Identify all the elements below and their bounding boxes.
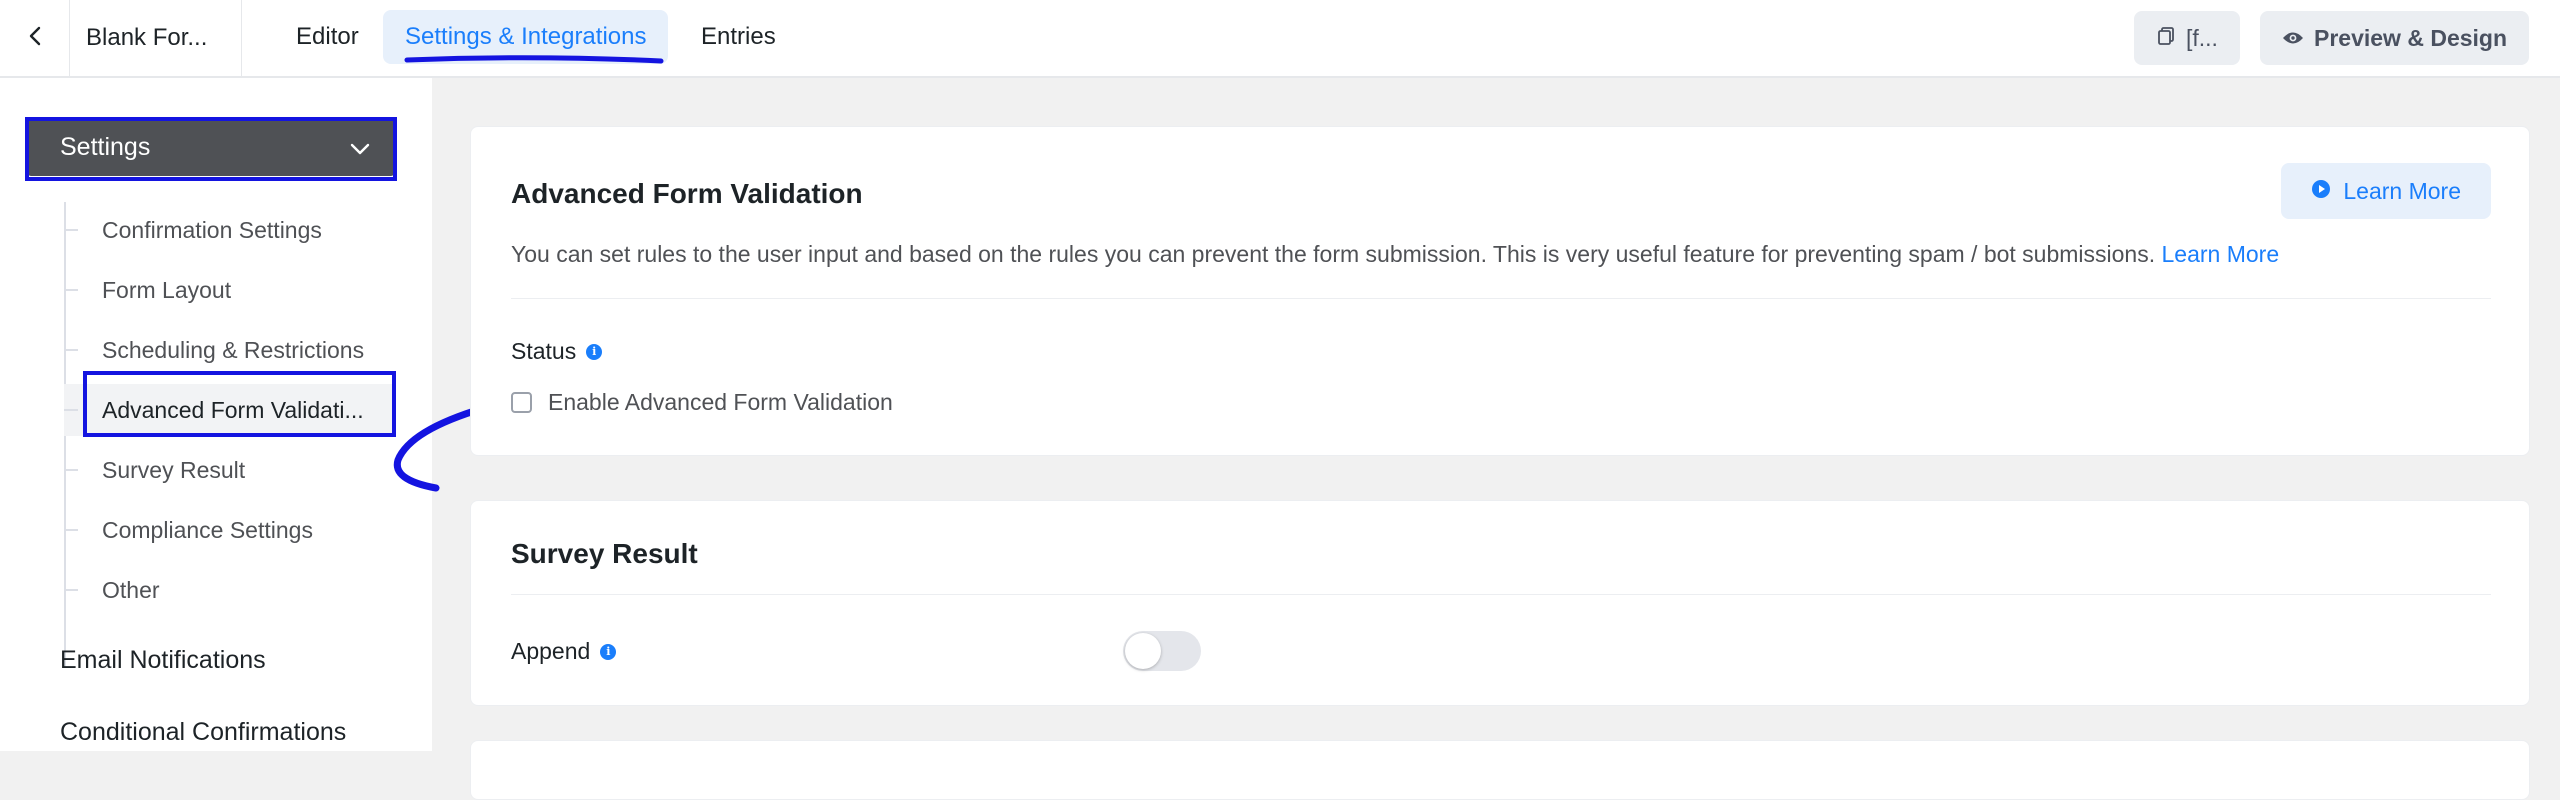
sidebar-item-label: Scheduling & Restrictions [102,336,365,363]
enable-validation-checkbox[interactable] [511,392,532,413]
sidebar-item-email-notifications[interactable]: Email Notifications [60,646,266,675]
next-card [470,740,2530,800]
learn-more-button[interactable]: Learn More [2281,163,2491,219]
settings-section-label: Settings [60,132,151,161]
toggle-knob [1125,633,1161,669]
form-title: Blank For... [70,0,242,76]
sidebar-item-other[interactable]: Other [64,564,394,616]
tab-entries[interactable]: Entries [679,10,798,64]
survey-result-card: Survey Result Append i [470,500,2530,706]
sidebar-item-survey-result[interactable]: Survey Result [64,444,394,496]
sidebar-item-label: Compliance Settings [102,516,313,543]
settings-section-toggle[interactable]: Settings [28,118,394,176]
enable-validation-row: Enable Advanced Form Validation [511,389,893,416]
sidebar-item-advanced-form-validation[interactable]: Advanced Form Validati... [64,384,394,436]
chevron-down-icon [350,133,370,162]
top-bar: Blank For... Editor Settings & Integrati… [0,0,2560,78]
append-label: Append i [511,638,617,665]
divider [511,298,2491,299]
enable-validation-label[interactable]: Enable Advanced Form Validation [548,389,893,416]
divider [511,594,2491,595]
sidebar-item-label: Advanced Form Validati... [102,396,364,423]
append-toggle[interactable] [1123,631,1201,671]
shortcode-label: [f... [2186,24,2218,51]
learn-more-link[interactable]: Learn More [2162,241,2280,267]
append-text: Append [511,638,591,664]
sidebar-item-conditional-confirmations[interactable]: Conditional Confirmations [60,718,346,747]
card-title: Survey Result [511,538,698,569]
tab-editor[interactable]: Editor [274,10,381,64]
sidebar-item-scheduling-restrictions[interactable]: Scheduling & Restrictions [64,324,394,376]
sidebar-item-label: Form Layout [102,276,232,303]
settings-sidebar: Settings Confirmation Settings Form Layo… [0,78,432,751]
shortcode-button[interactable]: [f... [2134,11,2240,65]
advanced-validation-card: Advanced Form Validation Learn More You … [470,126,2530,456]
copy-icon [2156,25,2176,52]
sidebar-item-label: Survey Result [102,456,246,483]
preview-design-label: Preview & Design [2314,24,2508,51]
info-icon: i [586,343,603,360]
annotation-underline [404,55,664,64]
chevron-left-icon [27,25,43,52]
description-text: You can set rules to the user input and … [511,241,2156,267]
status-label: Status i [511,338,603,365]
card-description: You can set rules to the user input and … [511,241,2279,268]
play-circle-icon [2311,178,2331,205]
sidebar-item-label: Other [102,576,160,603]
sidebar-item-compliance-settings[interactable]: Compliance Settings [64,504,394,556]
card-title: Advanced Form Validation [511,178,863,209]
learn-more-label: Learn More [2343,177,2461,204]
eye-icon [2282,25,2304,52]
status-text: Status [511,338,577,364]
preview-design-button[interactable]: Preview & Design [2260,11,2530,65]
info-icon: i [600,643,617,660]
sidebar-item-label: Confirmation Settings [102,216,322,243]
sidebar-item-form-layout[interactable]: Form Layout [64,264,394,316]
back-button[interactable] [0,0,70,76]
sidebar-item-confirmation-settings[interactable]: Confirmation Settings [64,204,394,256]
